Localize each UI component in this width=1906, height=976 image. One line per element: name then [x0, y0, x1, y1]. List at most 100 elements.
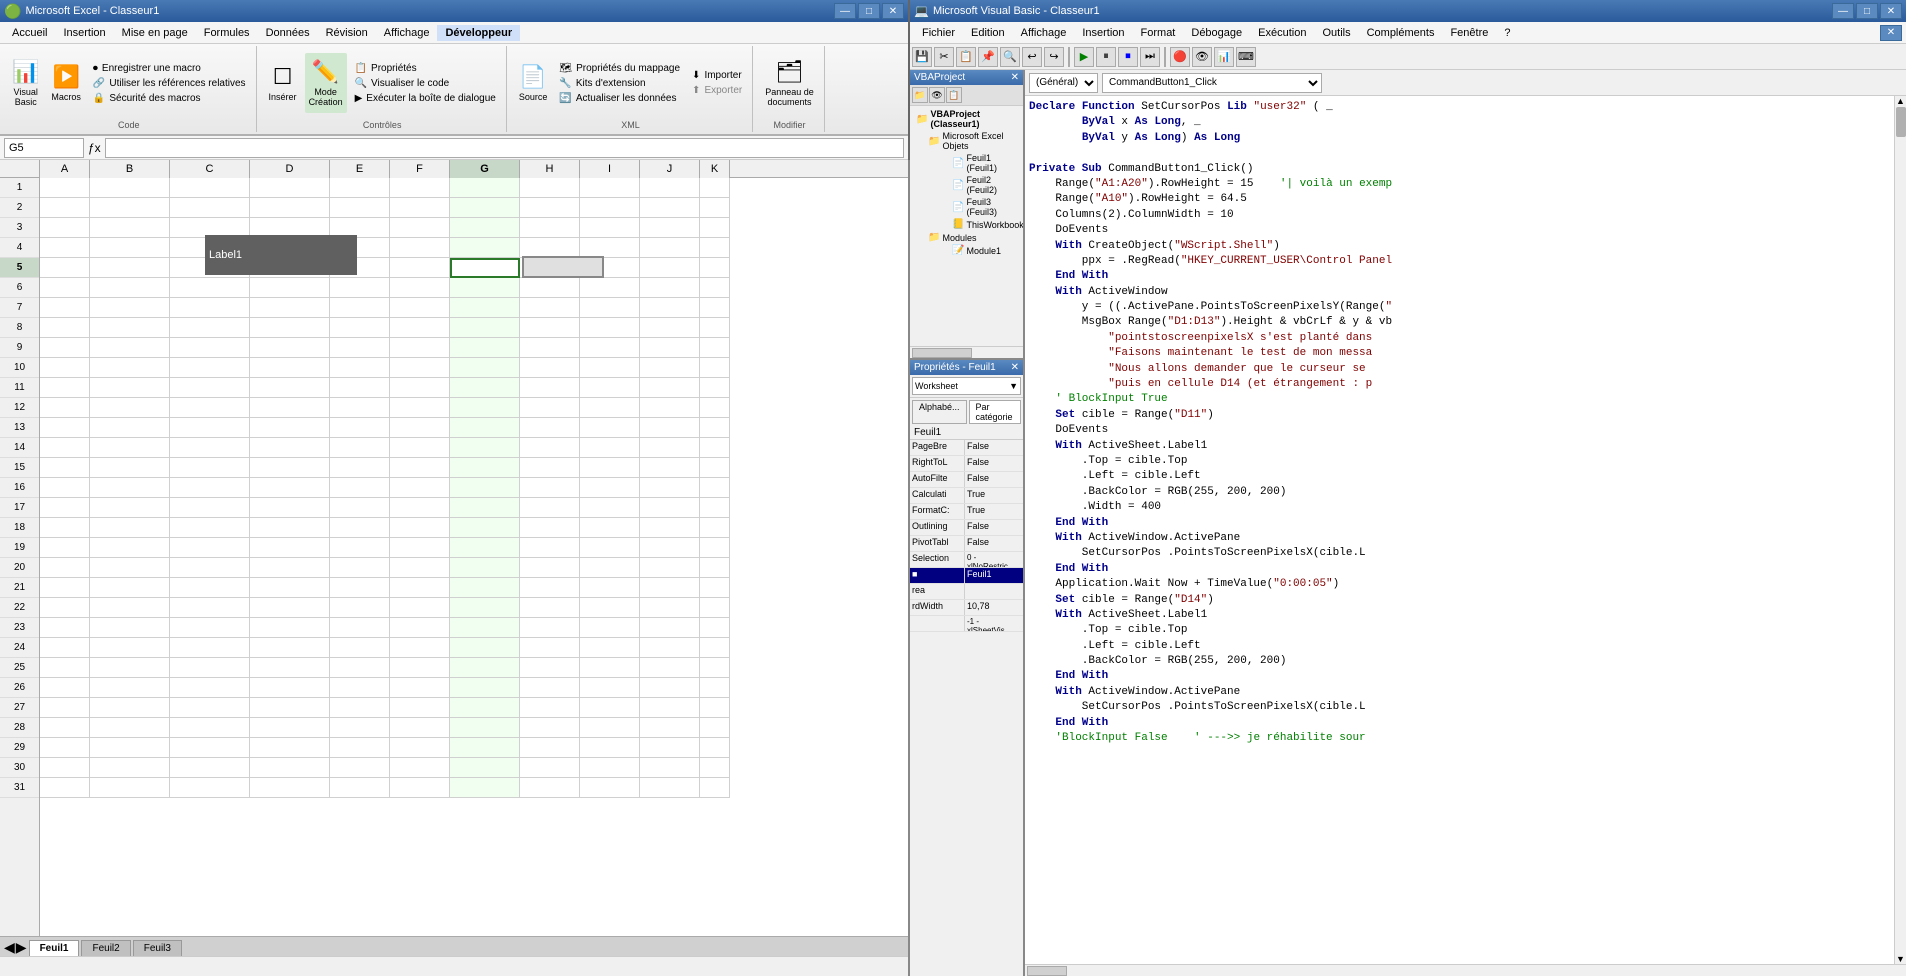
cell-G29[interactable]: [450, 738, 520, 758]
cell-I14[interactable]: [580, 438, 640, 458]
cell-E27[interactable]: [330, 698, 390, 718]
cell-J13[interactable]: [640, 418, 700, 438]
scrollbar-up-arrow[interactable]: ▲: [1895, 96, 1906, 106]
cell-H6[interactable]: [520, 278, 580, 298]
cell-F11[interactable]: [390, 378, 450, 398]
cell-J26[interactable]: [640, 678, 700, 698]
cell-H8[interactable]: [520, 318, 580, 338]
vba-feuil3[interactable]: 📄 Feuil3 (Feuil3): [948, 196, 1021, 218]
ribbon-btn-source[interactable]: 📄 Source: [515, 53, 552, 113]
properties-object-combo[interactable]: Worksheet ▼: [910, 375, 1023, 398]
cell-I20[interactable]: [580, 558, 640, 578]
cell-B27[interactable]: [90, 698, 170, 718]
vba-menu-debogage[interactable]: Débogage: [1183, 25, 1250, 41]
cell-I10[interactable]: [580, 358, 640, 378]
cell-B11[interactable]: [90, 378, 170, 398]
cell-C22[interactable]: [170, 598, 250, 618]
vba-proj-btn3[interactable]: 📋: [946, 87, 962, 103]
cell-E12[interactable]: [330, 398, 390, 418]
cell-J22[interactable]: [640, 598, 700, 618]
cell-J17[interactable]: [640, 498, 700, 518]
name-box[interactable]: [4, 138, 84, 158]
cell-C13[interactable]: [170, 418, 250, 438]
cell-E23[interactable]: [330, 618, 390, 638]
cell-A20[interactable]: [40, 558, 90, 578]
cell-D14[interactable]: [250, 438, 330, 458]
cell-K31[interactable]: [700, 778, 730, 798]
cell-J29[interactable]: [640, 738, 700, 758]
vba-menu-insertion[interactable]: Insertion: [1074, 25, 1132, 41]
cell-C30[interactable]: [170, 758, 250, 778]
cell-I13[interactable]: [580, 418, 640, 438]
cell-F15[interactable]: [390, 458, 450, 478]
cell-A4[interactable]: [40, 238, 90, 258]
code-scrollbar-h[interactable]: [1025, 964, 1906, 976]
cell-K3[interactable]: [700, 218, 730, 238]
cell-B3[interactable]: [90, 218, 170, 238]
cell-B14[interactable]: [90, 438, 170, 458]
code-left-dropdown[interactable]: (Général): [1029, 73, 1098, 93]
cell-C1[interactable]: [170, 178, 250, 198]
cell-K12[interactable]: [700, 398, 730, 418]
vba-project-root[interactable]: 📁 VBAProject (Classeur1): [912, 108, 1021, 130]
cell-C27[interactable]: [170, 698, 250, 718]
cell-B1[interactable]: [90, 178, 170, 198]
cell-F30[interactable]: [390, 758, 450, 778]
sheet-tab-feuil1[interactable]: Feuil1: [29, 940, 80, 956]
cell-D23[interactable]: [250, 618, 330, 638]
cell-B26[interactable]: [90, 678, 170, 698]
cell-I16[interactable]: [580, 478, 640, 498]
cell-E18[interactable]: [330, 518, 390, 538]
cell-G13[interactable]: [450, 418, 520, 438]
vba-tb-redo[interactable]: ↪: [1044, 47, 1064, 67]
cell-G2[interactable]: [450, 198, 520, 218]
cell-D10[interactable]: [250, 358, 330, 378]
cell-A14[interactable]: [40, 438, 90, 458]
ribbon-btn-executer[interactable]: ▶ Exécuter la boîte de dialogue: [351, 92, 500, 105]
cell-G12[interactable]: [450, 398, 520, 418]
cell-K2[interactable]: [700, 198, 730, 218]
cell-D20[interactable]: [250, 558, 330, 578]
cell-C31[interactable]: [170, 778, 250, 798]
cell-B12[interactable]: [90, 398, 170, 418]
cell-F16[interactable]: [390, 478, 450, 498]
cell-H3[interactable]: [520, 218, 580, 238]
col-header-i[interactable]: I: [580, 160, 640, 178]
cell-B4[interactable]: [90, 238, 170, 258]
cell-H12[interactable]: [520, 398, 580, 418]
cell-K27[interactable]: [700, 698, 730, 718]
cell-D19[interactable]: [250, 538, 330, 558]
cell-I3[interactable]: [580, 218, 640, 238]
cell-J1[interactable]: [640, 178, 700, 198]
vba-tb-breakpoint[interactable]: 🔴: [1170, 47, 1190, 67]
cell-E21[interactable]: [330, 578, 390, 598]
col-header-b[interactable]: B: [90, 160, 170, 178]
cell-D2[interactable]: [250, 198, 330, 218]
cell-F12[interactable]: [390, 398, 450, 418]
prop-tab-alphabetique[interactable]: Alphabé...: [912, 400, 967, 424]
col-header-k[interactable]: K: [700, 160, 730, 178]
cell-E2[interactable]: [330, 198, 390, 218]
col-header-c[interactable]: C: [170, 160, 250, 178]
cell-I4[interactable]: [580, 238, 640, 258]
cell-D9[interactable]: [250, 338, 330, 358]
cell-C26[interactable]: [170, 678, 250, 698]
cell-D15[interactable]: [250, 458, 330, 478]
cell-B21[interactable]: [90, 578, 170, 598]
cell-I24[interactable]: [580, 638, 640, 658]
vba-menu-execution[interactable]: Exécution: [1250, 25, 1314, 41]
cell-K6[interactable]: [700, 278, 730, 298]
cell-A26[interactable]: [40, 678, 90, 698]
cell-J2[interactable]: [640, 198, 700, 218]
cell-H2[interactable]: [520, 198, 580, 218]
cell-H22[interactable]: [520, 598, 580, 618]
cell-F31[interactable]: [390, 778, 450, 798]
ribbon-btn-actualiser[interactable]: 🔄 Actualiser les données: [555, 92, 684, 105]
menu-developpeur[interactable]: Développeur: [437, 25, 520, 41]
cell-C17[interactable]: [170, 498, 250, 518]
cell-G4[interactable]: [450, 238, 520, 258]
cell-G23[interactable]: [450, 618, 520, 638]
vba-tb-find[interactable]: 🔍: [1000, 47, 1020, 67]
cell-H28[interactable]: [520, 718, 580, 738]
cell-K22[interactable]: [700, 598, 730, 618]
